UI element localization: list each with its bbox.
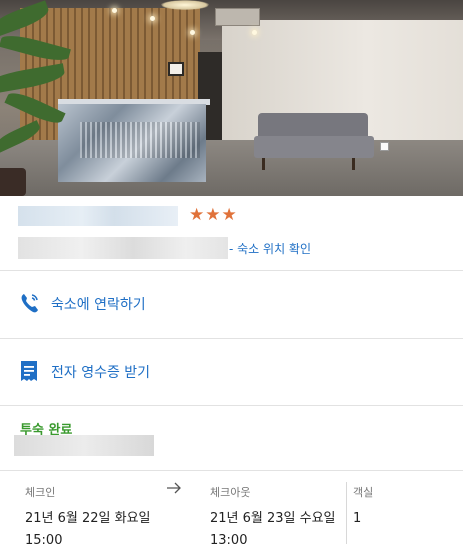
star-rating: ★★★ (189, 205, 238, 225)
column-divider (346, 482, 347, 544)
checkout-date: 21년 6월 23일 수요일 (210, 511, 336, 526)
booking-info-redacted (14, 435, 154, 456)
sofa-leg (352, 158, 355, 170)
contact-hotel-button[interactable]: 숙소에 연락하기 (0, 272, 463, 332)
reception-desk-panel (80, 122, 200, 158)
sofa-leg (262, 158, 265, 170)
ceiling-light (112, 8, 117, 13)
ceiling-light (190, 30, 195, 35)
rooms-count: 1 (353, 511, 362, 526)
checkin-title: 체크인 (25, 486, 56, 499)
wall-frame (168, 62, 184, 76)
air-vent (215, 8, 260, 26)
ceiling-light (150, 16, 155, 21)
phone-icon (20, 292, 40, 314)
divider (0, 470, 463, 471)
receipt-icon (20, 360, 40, 382)
hotel-address-redacted (18, 237, 228, 259)
e-receipt-label: 전자 영수증 받기 (51, 365, 151, 381)
sofa-seat (254, 136, 374, 158)
divider (0, 405, 463, 406)
checkout-title: 체크아웃 (210, 486, 251, 499)
chandelier (160, 0, 210, 10)
e-receipt-button[interactable]: 전자 영수증 받기 (0, 340, 463, 400)
ceiling-light (252, 30, 257, 35)
contact-hotel-label: 숙소에 연락하기 (51, 297, 146, 313)
checkout-block: 체크아웃 21년 6월 23일 수요일 13:00 (210, 472, 336, 552)
wall-outlet (380, 142, 389, 151)
divider (0, 270, 463, 271)
checkout-time: 13:00 (210, 533, 248, 548)
checkin-time: 15:00 (25, 533, 63, 548)
rooms-title: 객실 (353, 486, 374, 499)
plant-pot (0, 168, 26, 196)
rooms-block: 객실 1 (353, 472, 373, 530)
hotel-photo[interactable] (0, 0, 463, 196)
arrow-right-icon (166, 480, 182, 498)
map-link[interactable]: - 숙소 위치 확인 (229, 240, 311, 257)
checkin-block: 체크인 21년 6월 22일 화요일 15:00 (25, 472, 151, 552)
checkin-date: 21년 6월 22일 화요일 (25, 511, 151, 526)
divider (0, 338, 463, 339)
stay-dates: 체크인 21년 6월 22일 화요일 15:00 체크아웃 21년 6월 23일… (0, 472, 463, 555)
hotel-name-redacted (18, 206, 178, 226)
